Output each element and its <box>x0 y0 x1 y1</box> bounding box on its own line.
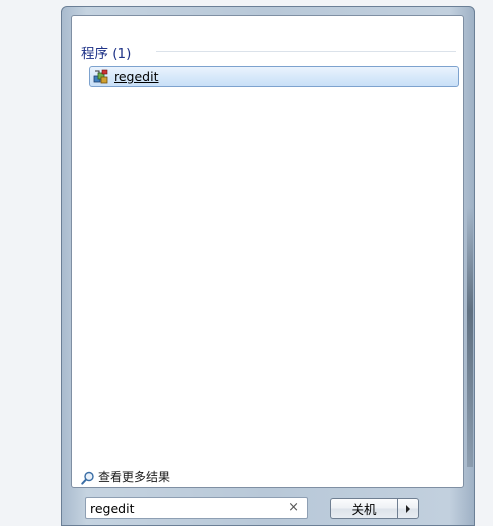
search-input[interactable] <box>86 499 280 517</box>
see-more-results-link[interactable]: 查看更多结果 <box>81 468 170 485</box>
start-menu: 程序 (1) regedit 查看更多结果 regedit × 关机 <box>61 6 475 526</box>
see-more-results-label: 查看更多结果 <box>98 470 171 484</box>
section-title-programs: 程序 (1) <box>81 46 132 62</box>
shutdown-button[interactable]: 关机 <box>330 498 397 519</box>
section-divider <box>156 51 456 52</box>
search-results-panel: 程序 (1) regedit 查看更多结果 <box>71 15 464 488</box>
result-item-regedit[interactable]: regedit <box>89 66 459 87</box>
clear-icon[interactable]: × <box>288 501 299 515</box>
section-header: 程序 (1) <box>81 42 131 62</box>
shutdown-group: 关机 <box>330 498 419 519</box>
search-box[interactable]: × <box>85 497 308 519</box>
regedit-icon <box>93 69 109 85</box>
search-icon <box>81 470 95 485</box>
result-item-label: regedit <box>114 69 159 84</box>
chevron-right-icon <box>406 504 410 513</box>
shutdown-options-button[interactable] <box>397 498 419 519</box>
